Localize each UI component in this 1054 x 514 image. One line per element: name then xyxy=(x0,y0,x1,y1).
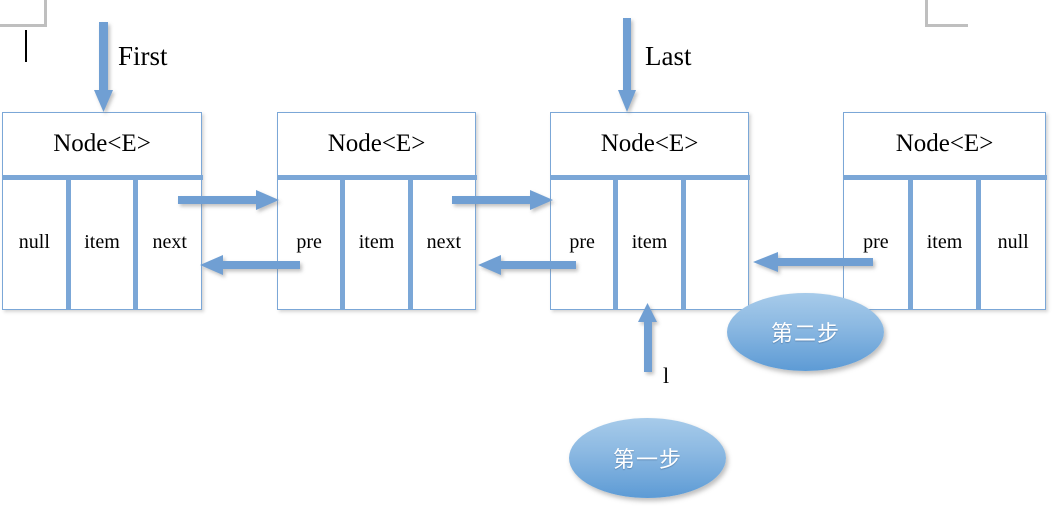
node-cell-next[interactable]: next xyxy=(133,180,201,309)
node-box-3[interactable]: Node<E> pre item xyxy=(549,112,750,310)
node-box-1[interactable]: Node<E> null item next xyxy=(1,112,203,310)
node-title: Node<E> xyxy=(53,130,151,157)
label-first: First xyxy=(118,41,168,71)
label-l: l xyxy=(663,363,670,388)
node-title: Node<E> xyxy=(600,130,699,157)
node-cell-item[interactable]: item xyxy=(613,180,680,309)
text-caret xyxy=(25,30,27,62)
node-cells: null item next xyxy=(3,180,201,309)
node-cell-next[interactable]: null xyxy=(976,180,1045,309)
node-cell-prev[interactable]: pre xyxy=(844,180,908,309)
node-cell-prev[interactable]: pre xyxy=(278,180,340,309)
node-title: Node<E> xyxy=(327,130,426,157)
step-one-ellipse[interactable]: 第一步 xyxy=(569,418,726,498)
node-box-2[interactable]: Node<E> pre item next xyxy=(276,112,477,310)
top-left-margin-guide xyxy=(0,0,47,27)
node-cell-next[interactable]: next xyxy=(407,180,475,309)
diagram-canvas: Node<E> null item next Node<E> pre item … xyxy=(0,0,1054,514)
node-cell-next[interactable] xyxy=(680,180,748,309)
node-cell-item[interactable]: item xyxy=(907,180,977,309)
arrow-l-pointer xyxy=(638,303,657,372)
node-cells: pre item xyxy=(551,180,748,309)
node-cells: pre item null xyxy=(844,180,1045,309)
step-two-ellipse[interactable]: 第二步 xyxy=(727,293,884,371)
arrow-last-pointer xyxy=(618,18,636,112)
node-cells: pre item next xyxy=(278,180,475,309)
node-cell-item[interactable]: item xyxy=(65,180,134,309)
top-right-margin-guide xyxy=(925,0,968,27)
node-title: Node<E> xyxy=(895,130,994,157)
node-box-4[interactable]: Node<E> pre item null xyxy=(842,112,1047,310)
node-cell-prev[interactable]: null xyxy=(3,180,66,309)
node-cell-item[interactable]: item xyxy=(340,180,407,309)
step-one-label: 第一步 xyxy=(612,448,682,473)
label-last: Last xyxy=(645,41,692,71)
arrow-first-pointer xyxy=(94,22,113,112)
step-two-label: 第二步 xyxy=(770,322,840,347)
node-cell-prev[interactable]: pre xyxy=(551,180,613,309)
